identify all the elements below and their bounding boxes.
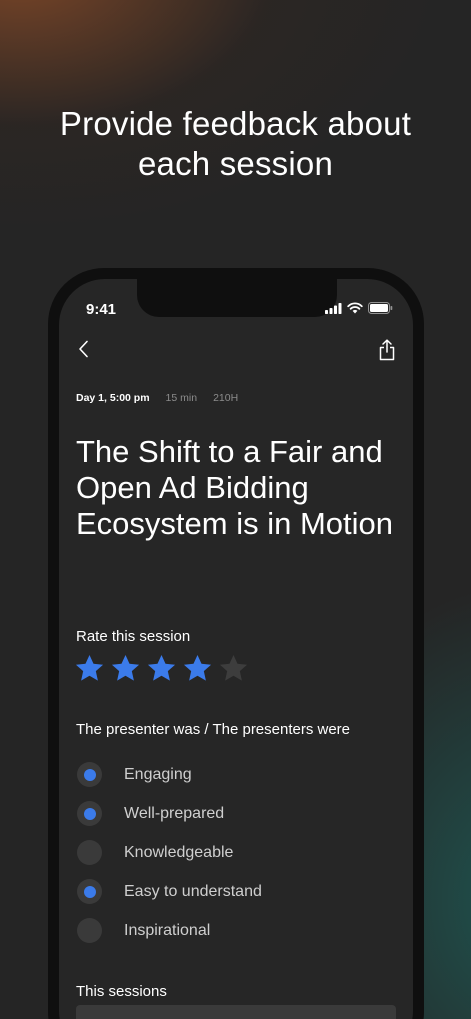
radio-button[interactable] [77, 762, 102, 787]
phone-notch [137, 279, 337, 317]
sessions-section-label: This sessions [76, 983, 167, 1000]
option-well-prepared[interactable]: Well-prepared [76, 794, 376, 833]
option-label: Easy to understand [124, 882, 262, 900]
radio-selected-dot [83, 807, 96, 820]
radio-selected-dot [83, 885, 96, 898]
option-label: Engaging [124, 765, 192, 783]
star-icon[interactable] [110, 653, 141, 684]
cellular-signal-icon [325, 302, 342, 314]
radio-selected-dot [83, 768, 96, 781]
option-label: Inspirational [124, 921, 211, 939]
session-meta: Day 1, 5:00 pm 15 min 210H [76, 392, 238, 404]
star-icon[interactable] [146, 653, 177, 684]
session-title: The Shift to a Fair and Open Ad Bidding … [76, 434, 393, 541]
presenter-options-list: Engaging Well-prepared Knowledgeable Eas… [76, 755, 376, 950]
star-icon[interactable] [182, 653, 213, 684]
session-date: Day 1, 5:00 pm [76, 392, 150, 404]
radio-button[interactable] [77, 801, 102, 826]
sessions-input-box[interactable] [76, 1005, 396, 1019]
star-rating[interactable] [74, 653, 249, 684]
radio-button[interactable] [77, 918, 102, 943]
headline-line-1: Provide feedback about [59, 105, 412, 142]
battery-icon [368, 302, 393, 314]
star-icon[interactable] [74, 653, 105, 684]
promo-headline: Provide feedback about each session [0, 104, 471, 184]
phone-frame: 9:41 Day 1, 5:00 pm 15 min 210H The Shif… [48, 268, 424, 1019]
rate-session-label: Rate this session [76, 628, 191, 645]
radio-button[interactable] [77, 879, 102, 904]
radio-button[interactable] [77, 840, 102, 865]
option-label: Knowledgeable [124, 843, 234, 861]
share-button[interactable] [375, 337, 399, 363]
option-easy-to-understand[interactable]: Easy to understand [76, 872, 376, 911]
session-room: 210H [213, 392, 239, 404]
wifi-icon [347, 302, 363, 314]
presenter-question-label: The presenter was / The presenters were [76, 721, 351, 738]
headline-line-2: each session [137, 145, 334, 182]
status-time: 9:41 [86, 301, 117, 318]
option-engaging[interactable]: Engaging [76, 755, 376, 794]
option-knowledgeable[interactable]: Knowledgeable [76, 833, 376, 872]
back-button[interactable] [73, 337, 93, 361]
star-icon[interactable] [218, 653, 249, 684]
status-icons [325, 302, 393, 314]
chevron-left-icon [78, 340, 88, 358]
session-duration: 15 min [165, 392, 198, 404]
phone-screen: 9:41 Day 1, 5:00 pm 15 min 210H The Shif… [59, 279, 413, 1019]
option-inspirational[interactable]: Inspirational [76, 911, 376, 950]
share-icon [379, 339, 395, 361]
option-label: Well-prepared [124, 804, 225, 822]
